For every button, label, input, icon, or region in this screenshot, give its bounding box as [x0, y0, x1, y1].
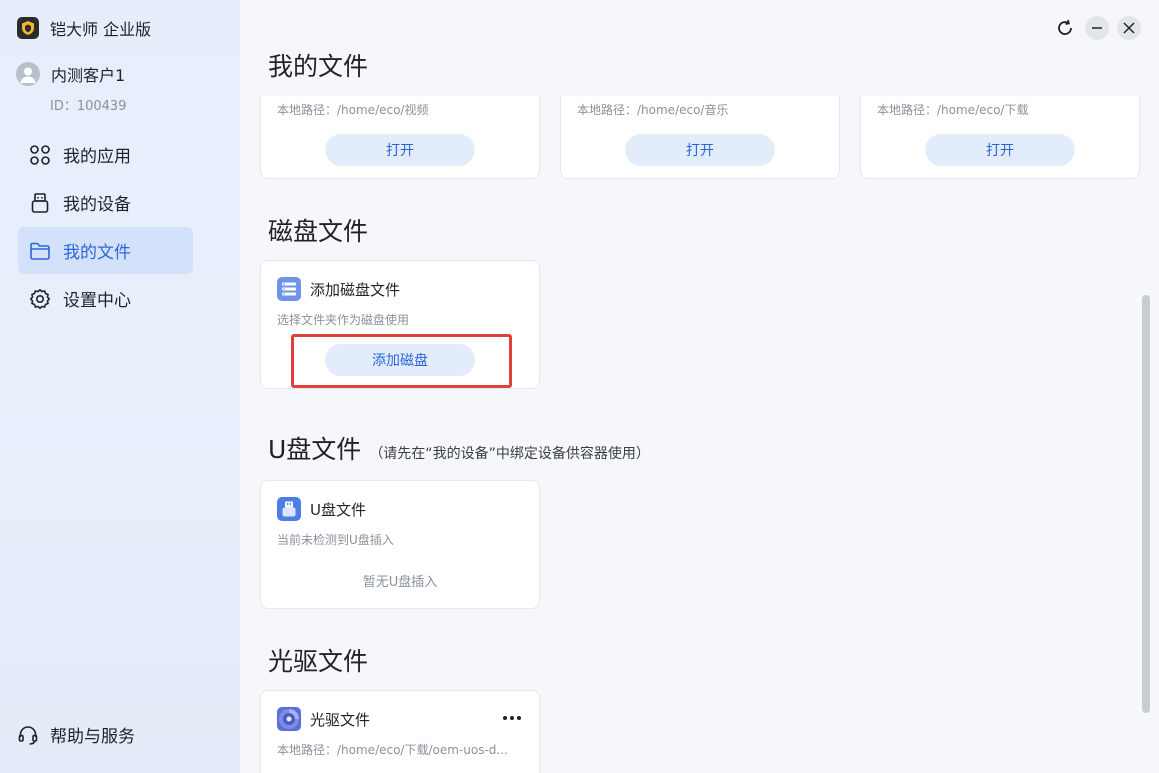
add-disk-button[interactable]: 添加磁盘: [325, 344, 475, 376]
section-title-optical: 光驱文件: [268, 647, 369, 676]
shield-logo-icon: [17, 17, 39, 39]
app-title: 铠大师 企业版: [50, 20, 152, 39]
open-button[interactable]: 打开: [925, 134, 1075, 166]
folder-icon: [28, 239, 52, 263]
more-dot-icon: [510, 716, 514, 720]
minimize-button[interactable]: [1085, 16, 1109, 40]
help-label: 帮助与服务: [50, 727, 135, 747]
header-area: [240, 0, 1159, 96]
section-title-usb-text: U盘文件: [268, 435, 362, 464]
refresh-button[interactable]: [1053, 16, 1077, 40]
open-button[interactable]: 打开: [625, 134, 775, 166]
sidebar-item-label: 设置中心: [63, 291, 131, 311]
avatar-icon: [16, 62, 40, 86]
help-and-service[interactable]: 帮助与服务: [16, 722, 135, 747]
section-title-usb: U盘文件 （请先在“我的设备”中绑定设备供容器使用）: [268, 430, 650, 466]
minimize-icon: [1092, 27, 1102, 29]
optical-card: 光驱文件 本地路径：/home/eco/下载/oem-uos-d...: [260, 690, 540, 773]
sidebar-item-label: 我的文件: [63, 243, 131, 263]
close-icon: [1123, 22, 1135, 34]
usb-drive-icon: [277, 497, 301, 521]
more-dot-icon: [517, 716, 521, 720]
card-header: 添加磁盘文件: [277, 277, 400, 301]
more-options-button[interactable]: [503, 716, 521, 720]
more-dot-icon: [503, 716, 507, 720]
gear-icon: [28, 287, 52, 311]
window-controls: [1053, 16, 1141, 40]
card-desc: 当前未检测到U盘插入: [277, 533, 394, 547]
open-button[interactable]: 打开: [325, 134, 475, 166]
user-name: 内测客户1: [51, 66, 126, 85]
sidebar-nav: 我的应用 我的设备 我的文件 设置中心: [18, 131, 193, 323]
card-path: 本地路径：/home/eco/视频: [277, 103, 429, 117]
scrollbar[interactable]: [1142, 295, 1150, 713]
main-content: 本地路径：/home/eco/视频 打开 本地路径：/home/eco/音乐 打…: [240, 0, 1159, 773]
card-desc: 选择文件夹作为磁盘使用: [277, 313, 410, 327]
card-title: U盘文件: [310, 500, 366, 519]
usb-card: U盘文件 当前未检测到U盘插入 暂无U盘插入: [260, 480, 540, 609]
brand: 铠大师 企业版: [17, 16, 151, 40]
card-path: 本地路径：/home/eco/音乐: [577, 103, 729, 117]
sidebar-item-label: 我的应用: [63, 147, 131, 167]
section-title-disk: 磁盘文件: [268, 217, 369, 246]
sidebar-item-my-apps[interactable]: 我的应用: [18, 131, 193, 178]
close-button[interactable]: [1117, 16, 1141, 40]
disk-card: 添加磁盘文件 选择文件夹作为磁盘使用 添加磁盘: [260, 260, 540, 389]
disk-list-icon: [277, 277, 301, 301]
section-subtitle-usb: （请先在“我的设备”中绑定设备供容器使用）: [369, 446, 650, 462]
card-header: 光驱文件: [277, 707, 370, 731]
page-title: 我的文件: [268, 52, 369, 81]
refresh-icon: [1058, 19, 1072, 35]
sidebar-item-my-files[interactable]: 我的文件: [18, 227, 193, 274]
headset-icon: [16, 723, 40, 747]
empty-state: 暂无U盘插入: [362, 575, 438, 590]
sidebar-item-my-devices[interactable]: 我的设备: [18, 179, 193, 226]
card-title: 添加磁盘文件: [310, 280, 401, 299]
device-icon: [28, 191, 52, 215]
sidebar-item-label: 我的设备: [63, 195, 131, 215]
user-info: 内测客户1: [16, 62, 125, 86]
disc-icon: [277, 707, 301, 731]
user-id: ID：100439: [50, 99, 127, 114]
apps-icon: [28, 143, 52, 167]
card-title: 光驱文件: [310, 710, 371, 729]
sidebar-item-settings[interactable]: 设置中心: [18, 275, 193, 322]
card-path: 本地路径：/home/eco/下载/oem-uos-d...: [277, 743, 508, 757]
card-path: 本地路径：/home/eco/下载: [877, 103, 1029, 117]
sidebar: 铠大师 企业版 内测客户1 ID：100439 我的应用 我的设备 我的文件 设…: [0, 0, 240, 773]
card-header: U盘文件: [277, 497, 366, 521]
